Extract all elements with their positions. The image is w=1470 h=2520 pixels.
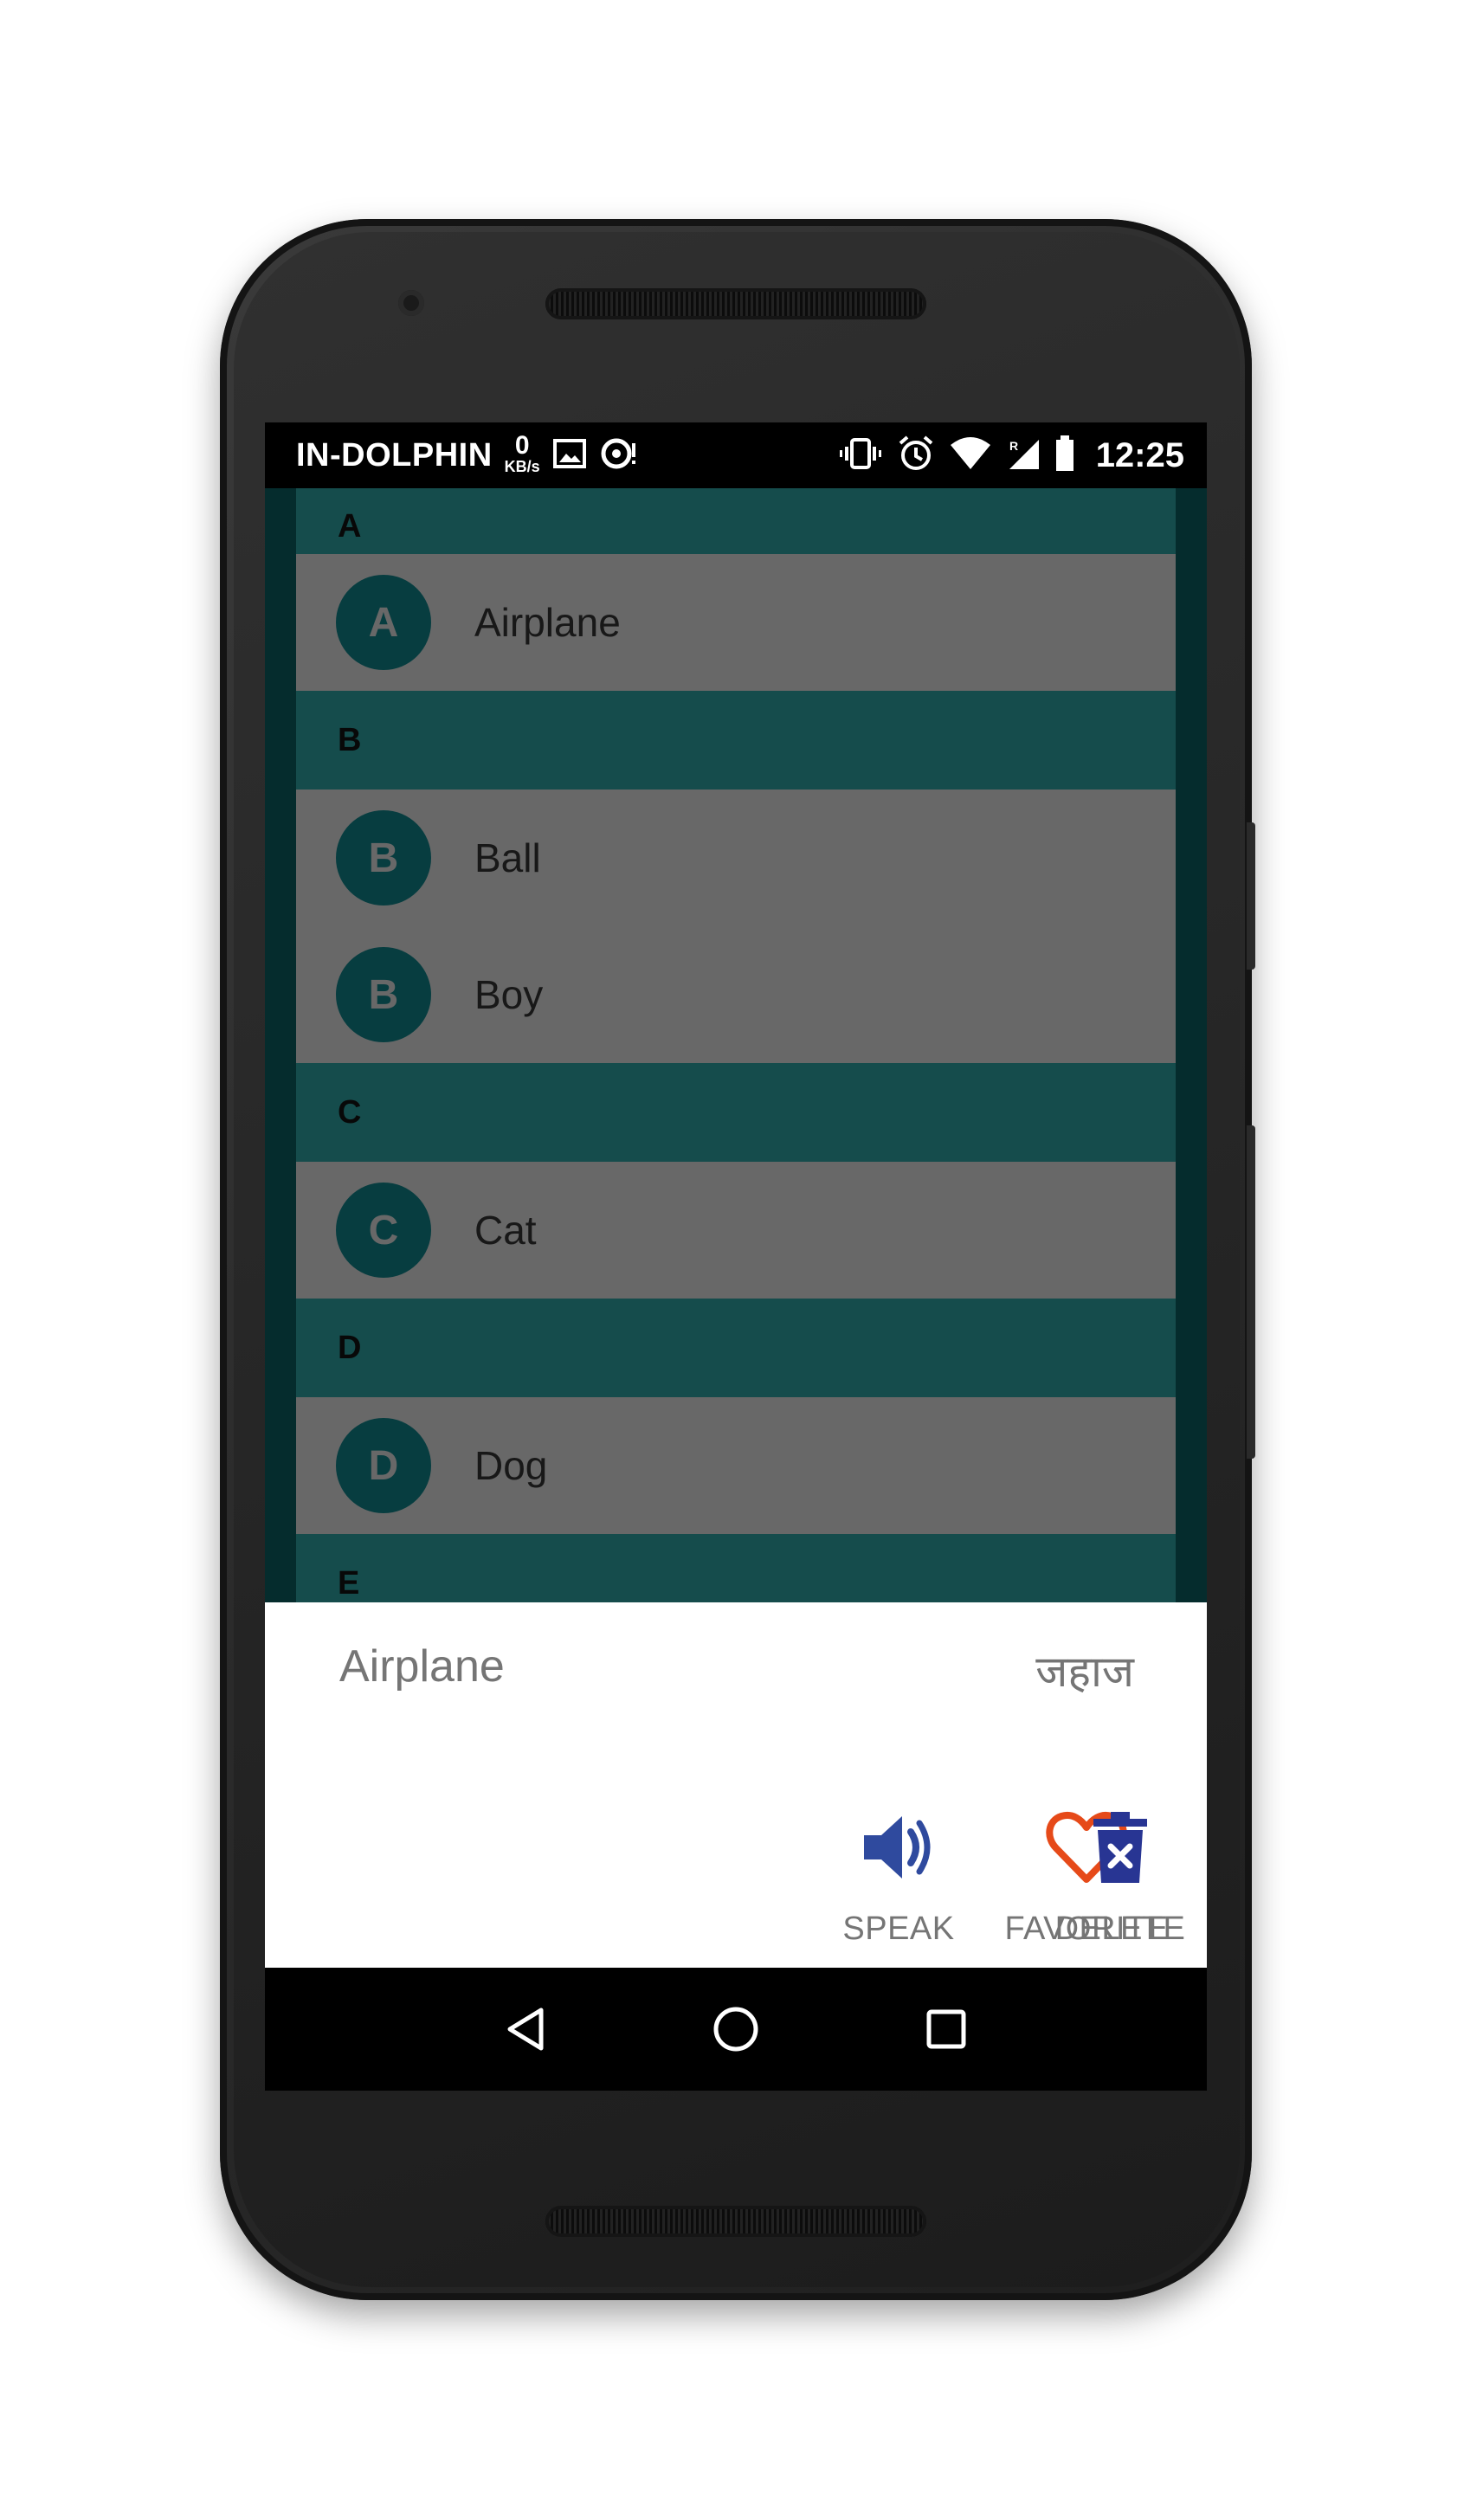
list-item-ball[interactable]: B Ball: [296, 790, 1176, 926]
section-header-b: B: [296, 691, 1176, 790]
back-icon[interactable]: [491, 1995, 560, 2064]
list-item-label: Cat: [474, 1208, 537, 1253]
alarm-icon: [897, 435, 935, 477]
status-bar: IN-DOLPHIN 0 KB/s R 12:25: [265, 422, 1207, 488]
list-item-label: Boy: [474, 972, 544, 1017]
speak-label: SPEAK: [842, 1911, 955, 1947]
bottom-speaker: [545, 2206, 926, 2237]
wifi-icon: [949, 436, 992, 475]
section-header-e: E: [296, 1534, 1176, 1602]
list-item-label: Ball: [474, 835, 541, 880]
word-bottom-sheet: Airplane जहाज SPEAK FAVORITE DELETE: [265, 1602, 1207, 1968]
battery-icon: [1054, 435, 1075, 477]
earpiece-speaker: [545, 288, 926, 319]
power-button[interactable]: [1247, 822, 1255, 970]
delete-action[interactable]: DELETE: [1034, 1800, 1207, 1948]
vibrate-icon: [838, 436, 883, 475]
letter-avatar: D: [336, 1418, 431, 1513]
home-icon[interactable]: [701, 1995, 770, 2064]
clock: 12:25: [1095, 435, 1184, 474]
list-item-boy[interactable]: B Boy: [296, 926, 1176, 1063]
recents-icon[interactable]: [912, 1995, 981, 2064]
list-item-label: Dog: [474, 1443, 548, 1488]
signal-roaming-icon: R: [1006, 436, 1041, 475]
network-speed-unit: KB/s: [504, 458, 540, 475]
selected-word: Airplane: [339, 1641, 505, 1692]
list-item-label: Airplane: [474, 600, 621, 645]
speak-button[interactable]: SPEAK: [812, 1800, 985, 1948]
word-list-screen: A A Airplane B B Ball B Boy C C Cat D D: [265, 488, 1207, 1602]
carrier-name: IN-DOLPHIN: [296, 436, 493, 474]
volume-button[interactable]: [1247, 1125, 1255, 1459]
word-list: A A Airplane B B Ball B Boy C C Cat D D: [296, 488, 1176, 1602]
section-header-c: C: [296, 1063, 1176, 1162]
letter-avatar: C: [336, 1183, 431, 1278]
word-translation: जहाज: [1035, 1647, 1134, 1697]
front-camera: [398, 290, 424, 316]
section-header-d: D: [296, 1299, 1176, 1397]
delete-label: DELETE: [1054, 1911, 1186, 1947]
speaker-icon: [857, 1800, 940, 1895]
list-item-cat[interactable]: C Cat: [296, 1162, 1176, 1299]
letter-avatar: B: [336, 947, 431, 1042]
list-item-airplane[interactable]: A Airplane: [296, 554, 1176, 691]
screen: IN-DOLPHIN 0 KB/s R 12:25 A A Airplane B…: [265, 422, 1207, 2091]
letter-avatar: A: [336, 575, 431, 670]
letter-avatar: B: [336, 810, 431, 906]
network-speed-value: 0: [514, 431, 530, 460]
svg-text:R: R: [1009, 439, 1018, 453]
list-item-dog[interactable]: D Dog: [296, 1397, 1176, 1534]
trash-icon: [1090, 1800, 1151, 1895]
section-header-a: A: [296, 488, 1176, 554]
network-speed: 0 KB/s: [504, 431, 540, 475]
sync-icon: [599, 436, 641, 475]
navigation-bar: [265, 1968, 1207, 2091]
image-icon: [552, 438, 587, 474]
